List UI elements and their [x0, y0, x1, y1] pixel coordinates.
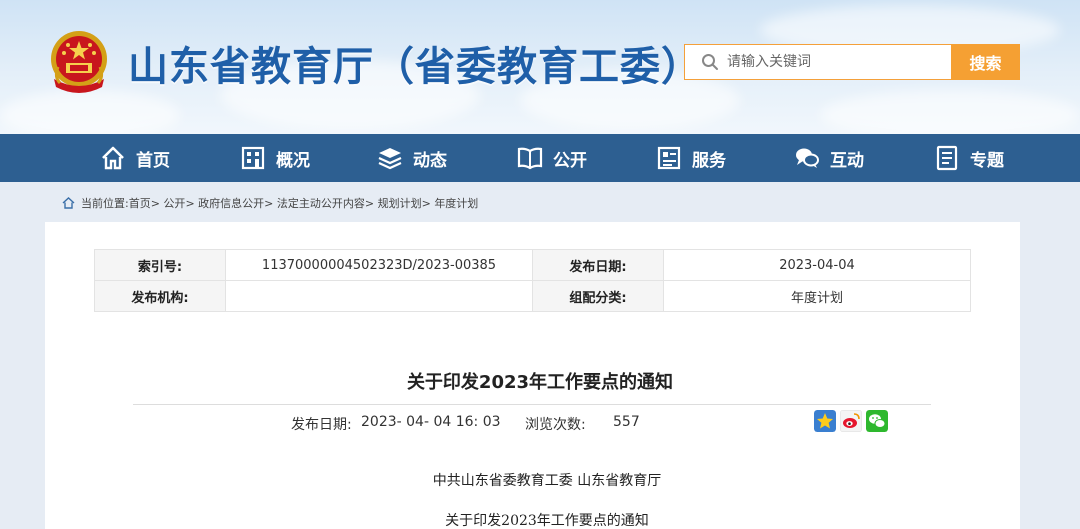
- org-label: 发布机构:: [94, 280, 226, 312]
- nav-item-label: 首页: [136, 150, 170, 171]
- breadcrumb-link[interactable]: 政府信息公开: [198, 195, 264, 211]
- nav-item-service[interactable]: 服务: [656, 134, 726, 182]
- search-box: [684, 44, 952, 80]
- national-emblem-icon: [51, 31, 107, 93]
- book-icon: [517, 147, 543, 170]
- nav-item-label: 公开: [553, 150, 587, 171]
- views-label: 浏览次数:: [525, 417, 586, 433]
- chat-icon: [796, 148, 819, 168]
- issuer-line: 中共山东省委教育工委 山东省教育厅: [432, 473, 662, 489]
- breadcrumb-link[interactable]: 规划计划: [378, 195, 422, 211]
- breadcrumb-separator: >: [421, 196, 431, 210]
- nav-item-label: 概况: [276, 150, 310, 171]
- breadcrumb-separator: >: [364, 196, 375, 210]
- breadcrumb: 当前位置: 首页 > 公开 > 政府信息公开 > 法定主动公开内容 > 规划计划 > 年度…: [62, 195, 478, 211]
- views-count: 557: [613, 414, 640, 430]
- breadcrumb-separator: >: [150, 196, 160, 210]
- table-row: 发布机构: 组配分类: 年度计划: [94, 280, 971, 312]
- body-title: 关于印发2023年工作要点的通知: [445, 513, 649, 529]
- publish-date-label: 发布日期:: [291, 417, 352, 433]
- nav-item-label: 服务: [692, 150, 726, 171]
- metadata-table: 索引号: 11370000004502323D/2023-00385 发布日期:…: [94, 249, 971, 312]
- table-row: 索引号: 11370000004502323D/2023-00385 发布日期:…: [94, 249, 971, 281]
- breadcrumb-link[interactable]: 公开: [163, 195, 185, 211]
- service-icon: [657, 146, 681, 170]
- category-value: 年度计划: [663, 280, 971, 312]
- search-icon: [702, 54, 718, 70]
- breadcrumb-separator: >: [185, 196, 195, 210]
- nav-item-news[interactable]: 动态: [377, 134, 447, 182]
- org-value: [225, 280, 533, 312]
- breadcrumb-link[interactable]: 年度计划: [434, 195, 478, 211]
- date-value: 2023-04-04: [663, 249, 971, 281]
- nav-item-interaction[interactable]: 互动: [794, 134, 864, 182]
- publish-date-value: 2023- 04- 04 16: 03: [361, 414, 501, 430]
- home-icon: [102, 146, 124, 170]
- nav-item-public[interactable]: 公开: [517, 134, 587, 182]
- breadcrumb-prefix: 当前位置:: [81, 197, 129, 210]
- search-button[interactable]: 搜索: [951, 44, 1020, 80]
- divider: [133, 404, 931, 405]
- site-title: 山东省教育厅（省委教育工委）: [128, 44, 702, 90]
- main-nav: 首页 概况 动态 公开 服务 互动 专题: [0, 134, 1080, 182]
- article-title: 关于印发2023年工作要点的通知: [406, 372, 674, 393]
- favorite-star-icon[interactable]: [814, 410, 836, 432]
- date-label: 发布日期:: [532, 249, 664, 281]
- index-value: 11370000004502323D/2023-00385: [225, 249, 533, 281]
- layers-icon: [378, 148, 402, 170]
- nav-item-overview[interactable]: 概况: [240, 134, 310, 182]
- nav-item-home[interactable]: 首页: [100, 134, 170, 182]
- nav-item-label: 互动: [830, 150, 864, 171]
- building-icon: [241, 146, 265, 170]
- wechat-icon[interactable]: [866, 410, 888, 432]
- nav-item-label: 专题: [970, 150, 1004, 171]
- breadcrumb-separator: >: [264, 196, 274, 210]
- document-icon: [936, 145, 958, 171]
- nav-item-label: 动态: [413, 150, 447, 171]
- index-label: 索引号:: [94, 249, 226, 281]
- home-icon: [62, 197, 75, 209]
- category-label: 组配分类:: [532, 280, 664, 312]
- nav-item-topics[interactable]: 专题: [934, 134, 1004, 182]
- breadcrumb-link[interactable]: 首页: [129, 195, 151, 211]
- weibo-icon[interactable]: [840, 410, 862, 432]
- search-input[interactable]: [727, 47, 927, 77]
- breadcrumb-link[interactable]: 法定主动公开内容: [277, 195, 365, 211]
